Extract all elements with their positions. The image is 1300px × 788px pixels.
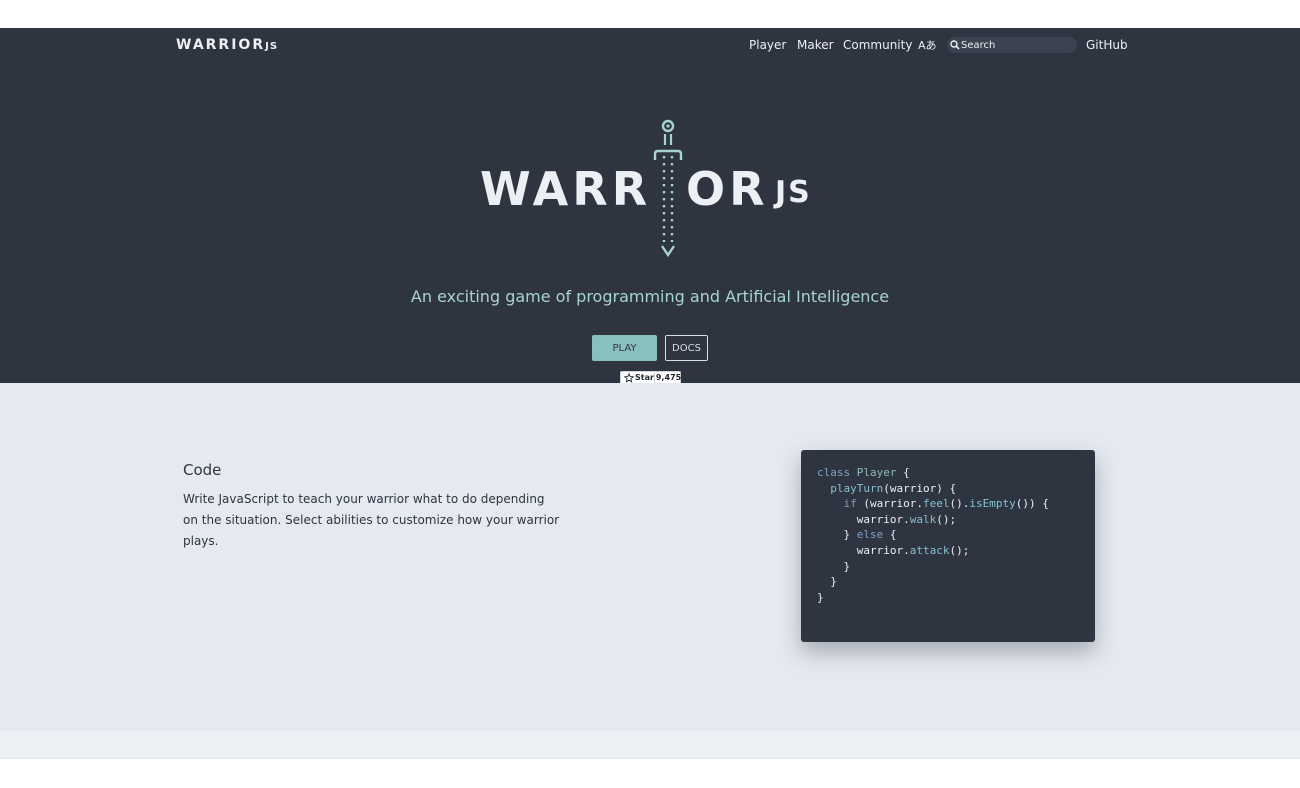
code-token: walk [909,512,937,526]
code-token: class [817,466,851,479]
code-token: ()) { [1015,497,1049,511]
code-line: } [817,590,1049,606]
hero-logo-right: OR [686,162,769,216]
sword-icon [653,119,683,258]
code-token: } [817,590,824,604]
star-icon [624,373,634,383]
code-line: } else { [817,527,1049,543]
feature-code-section: Code Write JavaScript to teach your warr… [0,383,1300,731]
hero-logo-suffix: JS [775,175,812,210]
code-token: else [856,528,884,542]
code-token: } [817,559,851,573]
brand-main: WARRIOR [176,37,266,53]
top-nav: Player Maker Community Aあ GitHub [749,37,1129,53]
hero-section: WARRIORJS Player Maker Community Aあ GitH… [0,28,1300,385]
play-now-button[interactable]: Play Now [592,335,657,378]
code-token: (warrior. [856,497,923,511]
feature-title: Code [183,461,222,479]
search-input[interactable] [961,37,1073,53]
search-box[interactable] [947,37,1077,53]
nav-player[interactable]: Player [749,37,786,53]
code-token: playTurn [830,481,884,495]
code-token: { [883,528,897,542]
nav-github[interactable]: GitHub [1086,37,1128,53]
code-line: warrior.attack(); [817,543,1049,559]
brand-suffix: JS [265,41,279,52]
code-token: attack [909,543,950,557]
code-line: } [817,574,1049,590]
code-token: } [817,575,837,589]
feature-description: Write JavaScript to teach your warrior w… [183,492,560,548]
code-token: Player [856,466,897,479]
code-line: warrior.walk(); [817,512,1049,528]
code-token: warrior. [817,543,910,557]
code-token: warrior. [817,512,910,526]
footer-strip [0,731,1300,759]
language-switcher[interactable]: Aあ [918,38,937,54]
search-icon [950,40,960,50]
code-line: playTurn(warrior) { [817,481,1049,497]
code-token: (warrior) { [883,481,957,495]
code-line: if (warrior.feel().isEmpty()) { [817,496,1049,512]
code-example: class Player { playTurn(warrior) { if (w… [801,450,1095,642]
hero-logo-left: WARR [480,162,652,216]
code-line: } [817,559,1049,575]
code-token: feel [922,497,950,511]
brand-logo[interactable]: WARRIORJS [176,38,278,54]
code-token: } [817,528,857,542]
nav-maker[interactable]: Maker [797,37,834,53]
docs-button[interactable]: Docs [665,335,708,361]
code-token: (); [936,512,957,526]
code-token: if [843,497,857,511]
code-token: (). [949,497,970,511]
code-token: isEmpty [969,497,1016,511]
code-token: (); [949,543,970,557]
code-line: class Player { [817,465,1049,481]
nav-community[interactable]: Community [843,37,912,53]
code-token: { [896,466,910,479]
top-spacer [0,0,1300,28]
hero-tagline: An exciting game of programming and Arti… [410,287,890,306]
code-lines: class Player { playTurn(warrior) { if (w… [817,465,1049,605]
